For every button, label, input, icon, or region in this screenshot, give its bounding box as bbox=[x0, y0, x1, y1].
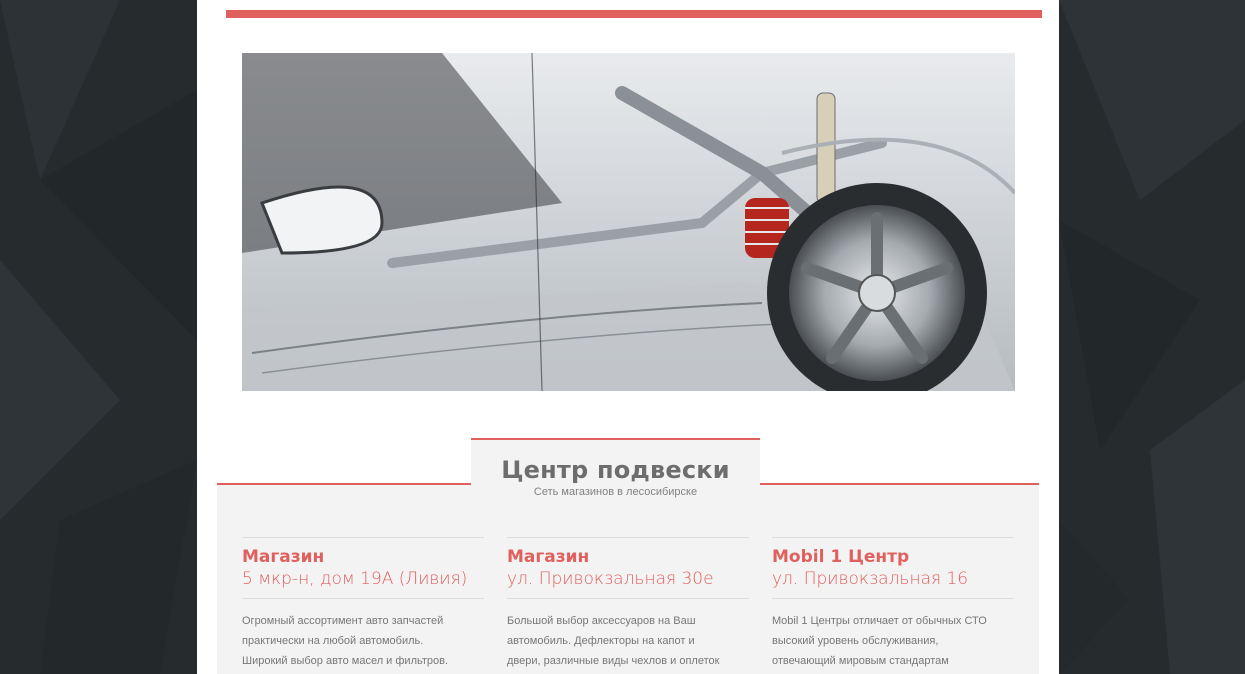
section-divider-left bbox=[217, 483, 471, 485]
description-line: Огромный ассортимент авто запчастей bbox=[242, 615, 444, 627]
card-divider bbox=[507, 598, 749, 599]
store-description: Mobil 1 Центры отличает от обычных СТО в… bbox=[772, 611, 1014, 671]
store-address: ул. Привокзальная 16 bbox=[772, 569, 969, 589]
section-header: Центр подвески Сеть магазинов в лесосиби… bbox=[471, 438, 760, 518]
section-divider-right bbox=[760, 483, 1039, 485]
description-line: Широкий выбор авто масел и фильтров. bbox=[242, 655, 449, 667]
store-address: ул. Привокзальная 30е bbox=[507, 569, 714, 589]
description-line: высокий уровень обслуживания, bbox=[772, 635, 939, 647]
section-subtitle: Сеть магазинов в лесосибирске bbox=[533, 486, 698, 498]
store-address: 5 мкр-н, дом 19А (Ливия) bbox=[242, 569, 468, 589]
store-title: Магазин bbox=[242, 547, 325, 567]
accent-bar bbox=[226, 10, 1042, 18]
description-line: Большой выбор аксессуаров на Ваш bbox=[507, 615, 696, 627]
section-title: Центр подвески bbox=[501, 456, 730, 484]
store-title: Mobil 1 Центр bbox=[772, 547, 910, 567]
suspension-center-section: Центр подвески Сеть магазинов в лесосиби… bbox=[217, 438, 1039, 674]
card-divider bbox=[772, 598, 1014, 599]
description-line: практически на любой автомобиль. bbox=[242, 635, 424, 647]
description-line: двери, различные виды чехлов и оплеток bbox=[507, 655, 720, 667]
store-card: Магазин 5 мкр-н, дом 19А (Ливия) Огромны… bbox=[242, 537, 484, 674]
store-description: Большой выбор аксессуаров на Ваш автомоб… bbox=[507, 611, 749, 671]
description-line: автомобиль. Дефлекторы на капот и bbox=[507, 635, 695, 647]
hero-image bbox=[242, 53, 1015, 391]
store-cards: Магазин 5 мкр-н, дом 19А (Ливия) Огромны… bbox=[242, 537, 1014, 674]
store-title: Магазин bbox=[507, 547, 590, 567]
store-card: Mobil 1 Центр ул. Привокзальная 16 Mobil… bbox=[772, 537, 1014, 674]
main-content: Центр подвески Сеть магазинов в лесосиби… bbox=[197, 0, 1059, 674]
store-card: Магазин ул. Привокзальная 30е Большой вы… bbox=[507, 537, 749, 674]
description-line: отвечающий мировым стандартам bbox=[772, 655, 949, 667]
description-line: Mobil 1 Центры отличает от обычных СТО bbox=[772, 615, 987, 627]
store-description: Огромный ассортимент авто запчастей прак… bbox=[242, 611, 484, 671]
card-divider bbox=[242, 598, 484, 599]
